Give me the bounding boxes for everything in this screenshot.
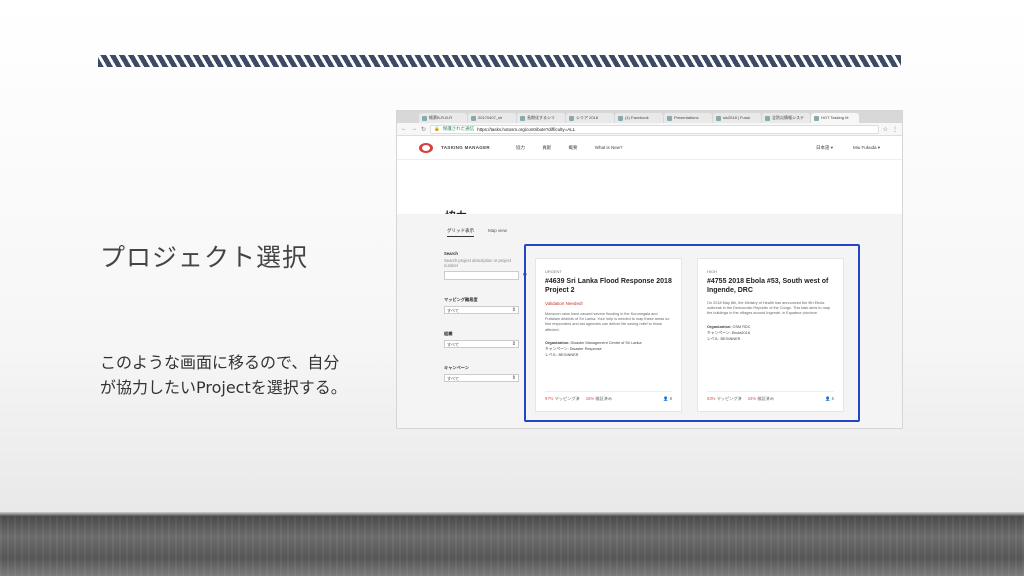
filter-organization: 組織 すべて: [444, 331, 519, 348]
browser-tab[interactable]: 全防災情報システ: [762, 113, 810, 123]
menu-icon[interactable]: ⋮: [892, 126, 898, 133]
campaign-select[interactable]: すべて: [444, 374, 519, 382]
slide-body-line: が協力したいProjectを選択する。: [100, 378, 347, 397]
nav-about[interactable]: 概要: [568, 145, 577, 150]
star-icon[interactable]: ☆: [883, 126, 888, 133]
filter-sidebar: Search Search project description or pro…: [444, 251, 527, 382]
floor-texture: [0, 516, 1024, 576]
forward-arrow-icon[interactable]: →: [411, 126, 417, 132]
decorative-stripe: [98, 55, 901, 67]
tab-map-view[interactable]: Map view: [488, 228, 507, 237]
search-hint: Search project description or project nu…: [444, 258, 512, 268]
campaign-label: キャンペーン: [444, 365, 469, 370]
address-bar: ← → ↻ 🔒 保護された通信 https://tasks.hotosm.org…: [397, 123, 902, 136]
slide-body-line: このような画面に移るので、自分: [100, 353, 340, 372]
search-label: Search: [444, 251, 458, 256]
site-brand[interactable]: TASKING MANAGER: [441, 145, 490, 150]
browser-tab[interactable]: 長期化するシリ: [517, 113, 565, 123]
tab-grid-view[interactable]: グリッド表示: [447, 228, 474, 237]
difficulty-select[interactable]: すべて: [444, 306, 519, 314]
url-text: https://tasks.hotosm.org/contribute?diff…: [477, 126, 576, 132]
highlight-box: [524, 244, 860, 422]
browser-tab[interactable]: sis2018 | Furuk: [713, 113, 761, 123]
reload-icon[interactable]: ↻: [421, 126, 426, 133]
filter-difficulty: マッピング難易度 すべて: [444, 297, 519, 314]
browser-tab[interactable]: 帳票B-R-B-R: [419, 113, 467, 123]
site-nav: 協力 貢献 概要 What is New?: [516, 145, 639, 151]
slide-title: プロジェクト選択: [100, 243, 309, 272]
site-header: TASKING MANAGER 協力 貢献 概要 What is New? 日本…: [397, 136, 902, 160]
hot-logo-icon[interactable]: [419, 142, 433, 153]
search-input[interactable]: [444, 271, 527, 280]
header-right: 日本語 ▾ Miu Fukuda ▾: [816, 145, 880, 151]
organization-select[interactable]: すべて: [444, 340, 519, 348]
browser-tab-active[interactable]: HOT Tasking M: [811, 113, 859, 123]
user-menu[interactable]: Miu Fukuda ▾: [853, 145, 880, 151]
browser-tab[interactable]: (1) Facebook: [615, 113, 663, 123]
view-tabs: グリッド表示 Map view: [447, 228, 507, 237]
language-select[interactable]: 日本語 ▾: [816, 145, 833, 151]
browser-tab[interactable]: 20170407_sh: [468, 113, 516, 123]
lock-icon: 🔒: [434, 126, 440, 131]
browser-tab[interactable]: シリア 2018: [566, 113, 614, 123]
nav-whats-new[interactable]: What is New?: [595, 145, 623, 150]
difficulty-label: マッピング難易度: [444, 297, 478, 302]
url-field[interactable]: 🔒 保護された通信 https://tasks.hotosm.org/contr…: [430, 124, 879, 134]
nav-contributions[interactable]: 貢献: [542, 145, 551, 150]
slide-body: このような画面に移るので、自分 が協力したいProjectを選択する。: [100, 350, 347, 400]
organization-label: 組織: [444, 331, 453, 336]
security-label: 保護された通信: [442, 126, 475, 131]
filter-campaign: キャンペーン すべて: [444, 365, 519, 382]
back-arrow-icon[interactable]: ←: [401, 126, 407, 132]
nav-contribute[interactable]: 協力: [516, 145, 525, 150]
browser-tab[interactable]: Presentations: [664, 113, 712, 123]
browser-tab-bar: 帳票B-R-B-R 20170407_sh 長期化するシリ シリア 2018 (…: [397, 111, 902, 123]
